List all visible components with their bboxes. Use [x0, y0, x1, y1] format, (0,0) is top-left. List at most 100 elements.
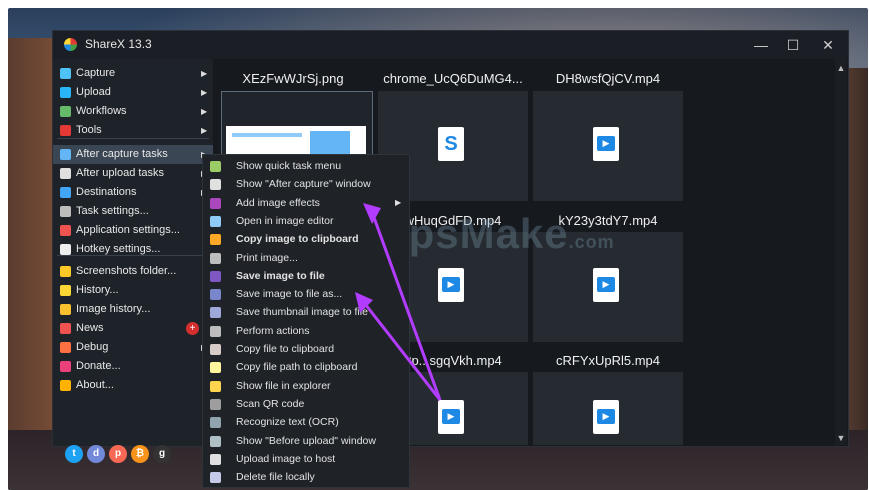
context-menu-item-label: Open in image editor	[236, 214, 334, 227]
github-icon[interactable]: g	[153, 445, 171, 463]
context-menu-item[interactable]: Save image to file	[203, 267, 409, 285]
news-badge: +	[186, 322, 199, 335]
menu-separator	[57, 138, 209, 139]
menu-item[interactable]: Destinations▶	[53, 183, 213, 202]
context-menu-item-label: Save thumbnail image to file	[236, 306, 368, 319]
menu-item[interactable]: History...	[53, 281, 213, 300]
file-name: XEzFwWJrSj.png	[242, 71, 344, 86]
menu-item-label: Task settings...	[76, 205, 149, 217]
menu-item-label: After capture tasks	[76, 148, 168, 160]
context-menu-item-label: Save image to file as...	[236, 288, 343, 301]
context-menu-item[interactable]: Print image...	[203, 249, 409, 267]
vertical-scrollbar[interactable]: ▲ ▼	[835, 59, 847, 445]
context-menu-item-icon	[210, 289, 221, 301]
context-menu-item[interactable]: Upload image to host	[203, 450, 409, 468]
menu-item[interactable]: About...	[53, 376, 213, 395]
menu-item-icon	[60, 342, 71, 353]
context-menu-item-icon	[210, 362, 221, 374]
file-name: cRFYxUpRl5.mp4	[555, 353, 661, 368]
context-menu-item-icon	[210, 344, 221, 355]
menu-item-icon	[60, 266, 71, 277]
context-menu-item[interactable]: Scan QR code	[203, 395, 409, 413]
menu-item[interactable]: Hotkey settings...	[53, 240, 213, 259]
submenu-arrow-icon: ▶	[395, 197, 402, 207]
patreon-icon[interactable]: p	[109, 445, 127, 463]
maximize-button[interactable]: ☐	[783, 35, 803, 55]
context-menu-item[interactable]: Add image effects ▶	[203, 194, 409, 212]
context-menu-item[interactable]: Recognize text (OCR)	[203, 413, 409, 431]
menu-item-label: Capture	[76, 67, 116, 79]
twitter-icon[interactable]: t	[65, 445, 83, 463]
video-file-icon: ▶	[593, 268, 619, 302]
context-menu-item-label: Show "Before upload" window	[236, 434, 376, 447]
context-menu-item-label: Copy file path to clipboard	[236, 361, 358, 374]
context-menu-item-label: Perform actions	[236, 324, 310, 337]
context-menu-item[interactable]: Copy image to clipboard	[203, 230, 409, 248]
context-menu-item-label: Copy file to clipboard	[236, 343, 335, 355]
scroll-up-icon[interactable]: ▲	[835, 61, 847, 75]
close-button[interactable]: ✕	[818, 35, 838, 55]
context-menu-item-icon	[210, 380, 221, 392]
menu-item-label: After upload tasks	[76, 167, 165, 179]
context-menu-item-label: Save image to file	[236, 269, 325, 282]
menu-item[interactable]: Debug▶	[53, 338, 213, 357]
menu-item[interactable]: Screenshots folder...	[53, 262, 213, 281]
bitcoin-icon[interactable]: ₿	[131, 445, 149, 463]
submenu-arrow-icon: ▶	[201, 107, 208, 116]
menu-item[interactable]: After upload tasks▶	[53, 164, 213, 183]
context-menu-item-icon	[210, 325, 221, 337]
context-menu-item[interactable]: Copy file to clipboard	[203, 340, 409, 358]
menu-item-icon	[60, 168, 71, 179]
menu-item[interactable]: News +	[53, 319, 213, 338]
scroll-down-icon[interactable]: ▼	[835, 431, 847, 445]
after-capture-tasks-menu: Show quick task menu Show "After capture"…	[202, 154, 410, 488]
menu-item-icon	[60, 68, 71, 79]
context-menu-item[interactable]: Perform actions	[203, 322, 409, 340]
preview-toolbar	[232, 133, 302, 137]
video-file-icon: ▶	[593, 400, 619, 434]
minimize-button[interactable]: —	[751, 35, 771, 55]
context-menu-item[interactable]: Show "Before upload" window	[203, 432, 409, 450]
menu-item-label: Upload	[76, 86, 111, 98]
snagit-file-icon: S	[438, 127, 464, 161]
discord-icon[interactable]: d	[87, 445, 105, 463]
context-menu-item-label: Print image...	[236, 251, 298, 264]
context-menu-item[interactable]: Save image to file as...	[203, 285, 409, 303]
context-menu-item[interactable]: Copy file path to clipboard	[203, 358, 409, 376]
context-menu-item[interactable]: Save thumbnail image to file	[203, 303, 409, 321]
title-bar[interactable]: ShareX 13.3 — ☐ ✕	[53, 31, 848, 59]
context-menu-item-icon	[210, 161, 221, 172]
menu-item-label: Screenshots folder...	[76, 265, 177, 277]
context-menu-item[interactable]: Show quick task menu	[203, 157, 409, 175]
menu-item[interactable]: Image history...	[53, 300, 213, 319]
menu-item[interactable]: After capture tasks▶	[53, 145, 213, 164]
file-thumbnail[interactable]: ▶	[533, 91, 683, 201]
context-menu-item[interactable]: Open in image editor	[203, 212, 409, 230]
menu-item-icon	[60, 149, 71, 160]
video-file-icon: ▶	[438, 400, 464, 434]
menu-item[interactable]: Application settings...	[53, 221, 213, 240]
menu-item-icon	[60, 225, 71, 236]
menu-item[interactable]: Donate...	[53, 357, 213, 376]
window-title: ShareX 13.3	[85, 37, 152, 51]
context-menu-item[interactable]: Delete file locally	[203, 468, 409, 486]
context-menu-item-icon	[210, 234, 221, 246]
menu-separator	[57, 255, 209, 256]
context-menu-item[interactable]: Show file in explorer	[203, 377, 409, 395]
context-menu-item[interactable]: Show "After capture" window	[203, 175, 409, 193]
main-menu-sidebar: Capture ▶ Upload ▶ Workflows ▶ Tools ▶ After cap…	[53, 59, 213, 463]
context-menu-item-label: Copy image to clipboard	[236, 233, 359, 246]
menu-item-label: Workflows	[76, 105, 127, 117]
menu-item-icon	[60, 361, 71, 372]
menu-item[interactable]: Workflows ▶	[53, 102, 213, 121]
menu-item[interactable]: Upload ▶	[53, 83, 213, 102]
menu-item-label: News	[76, 322, 104, 334]
file-thumbnail[interactable]: ▶	[533, 372, 683, 445]
menu-item-label: Debug	[76, 341, 109, 353]
file-name: DH8wsfQjCV.mp4	[555, 71, 661, 86]
menu-item[interactable]: Capture ▶	[53, 64, 213, 83]
menu-item-icon	[60, 206, 71, 217]
menu-item[interactable]: Task settings...	[53, 202, 213, 221]
menu-item-icon	[60, 125, 71, 136]
context-menu-item-label: Scan QR code	[236, 397, 305, 410]
